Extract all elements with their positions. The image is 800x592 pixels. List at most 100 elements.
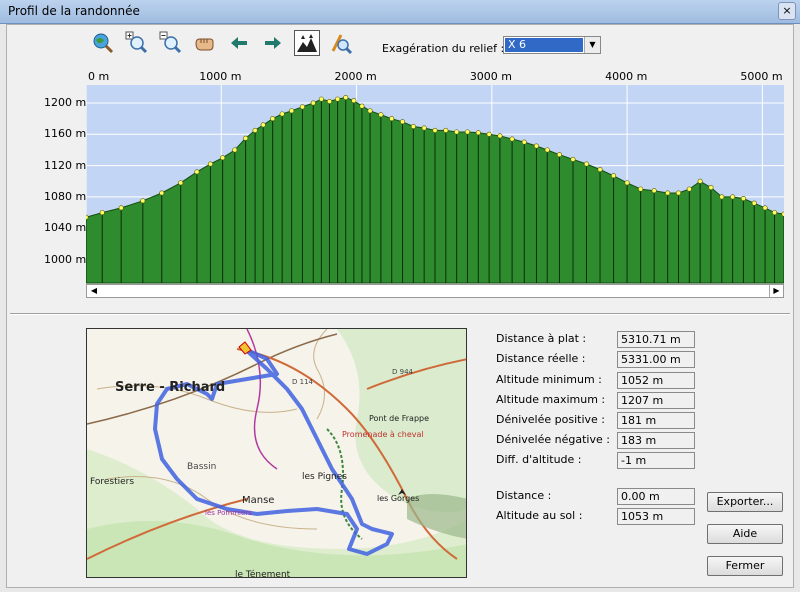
profile-point (708, 185, 714, 191)
stat-label: Diff. d'altitude : (496, 453, 582, 466)
profile-point (410, 123, 416, 129)
map-label-d944: D 944 (392, 368, 414, 376)
x-tick-label: 2000 m (334, 70, 377, 83)
profile-point (509, 136, 515, 142)
profile-point (611, 173, 617, 179)
map-label-bassin: Bassin (187, 462, 216, 472)
profile-point (343, 95, 349, 101)
stat-label: Distance réelle : (496, 352, 586, 365)
cursor-value: 0.00 m (617, 488, 695, 505)
profile-point (289, 108, 295, 114)
profile-point (730, 194, 736, 200)
profile-point (207, 161, 213, 167)
profile-point (719, 194, 725, 200)
profile-point (497, 133, 503, 139)
cursor-label: Altitude au sol : (496, 509, 583, 522)
y-tick-label: 1160 m (44, 127, 87, 141)
close-button[interactable]: Fermer (707, 556, 783, 576)
arrow-left-icon[interactable] (226, 30, 252, 56)
stat-value: 5310.71 m (617, 331, 695, 348)
profile-point (475, 130, 481, 136)
profile-point (178, 180, 184, 186)
scroll-left-icon[interactable]: ◀ (87, 285, 101, 297)
elevation-profile-chart[interactable] (86, 85, 784, 297)
profile-point (159, 190, 165, 196)
profile-point (443, 127, 449, 133)
profile-point (570, 156, 576, 162)
close-window-button[interactable]: × (778, 2, 796, 20)
profile-point (351, 98, 357, 104)
profile-point (686, 186, 692, 192)
y-tick-label: 1120 m (44, 158, 87, 172)
profile-point (762, 205, 768, 211)
profile-point (318, 96, 324, 102)
map-label-serre: Serre - Richard (115, 380, 225, 395)
zoom-in-icon[interactable] (124, 30, 150, 56)
exaggeration-select[interactable]: X 6 ▼ (503, 36, 601, 54)
chevron-down-icon[interactable]: ▼ (584, 37, 600, 53)
stat-value: 181 m (617, 412, 695, 429)
topographic-map-image: Serre - Richard Forestiers Bassin Manse … (87, 329, 466, 578)
profile-point (220, 155, 226, 161)
profile-point (252, 127, 258, 133)
stat-value: 5331.00 m (617, 351, 695, 368)
profile-point (675, 190, 681, 196)
profile-point (464, 129, 470, 135)
route-map[interactable]: Serre - Richard Forestiers Bassin Manse … (86, 328, 467, 578)
profile-point (697, 178, 703, 184)
hand-pan-icon[interactable] (192, 30, 218, 56)
export-button[interactable]: Exporter... (707, 492, 783, 512)
profile-point (86, 214, 89, 220)
profile-point (270, 116, 276, 122)
map-label-manse: Manse (242, 495, 274, 506)
profile-point (624, 180, 630, 186)
toolbar (90, 30, 370, 58)
map-label-tenement: le Ténement (235, 569, 291, 578)
exaggeration-value: X 6 (505, 38, 583, 52)
arrow-right-icon[interactable] (260, 30, 286, 56)
profile-point (378, 112, 384, 118)
zoom-out-icon[interactable] (158, 30, 184, 56)
x-tick-label: 4000 m (605, 70, 648, 83)
window-title: Profil de la randonnée (8, 4, 140, 18)
profile-point (310, 100, 316, 106)
profile-point (454, 129, 460, 135)
profile-point (651, 188, 657, 194)
x-tick-label: 5000 m (740, 70, 783, 83)
globe-zoom-icon[interactable] (90, 30, 116, 56)
profile-point (665, 190, 671, 196)
profile-point (486, 131, 492, 137)
profile-point (597, 167, 603, 173)
profile-point (751, 200, 757, 206)
profile-point (279, 111, 285, 117)
profile-point (326, 98, 332, 104)
profile-point (299, 104, 305, 110)
map-label-gorges: les Gorges (377, 494, 419, 503)
y-tick-label: 1200 m (44, 96, 87, 109)
profile-point (194, 169, 200, 175)
cursor-value: 1053 m (617, 508, 695, 525)
stat-value: -1 m (617, 452, 695, 469)
stat-label: Distance à plat : (496, 332, 587, 345)
gradient-tool-icon[interactable] (328, 30, 354, 56)
help-button[interactable]: Aide (707, 524, 783, 544)
profile-point (118, 205, 124, 211)
profile-point (521, 139, 527, 145)
profile-point (432, 127, 438, 133)
profile-point (232, 147, 238, 153)
profile-horizontal-scrollbar[interactable]: ◀ ▶ (86, 284, 784, 298)
profile-point (99, 210, 105, 216)
y-tick-label: 1080 m (44, 189, 87, 203)
y-tick-label: 1040 m (44, 221, 87, 235)
title-bar: Profil de la randonnée × (0, 0, 800, 24)
profile-point (421, 125, 427, 131)
stat-label: Altitude maximum : (496, 393, 606, 406)
profile-point (335, 96, 341, 102)
x-tick-label: 3000 m (469, 70, 513, 83)
relief-profile-icon[interactable] (294, 30, 320, 56)
section-divider (10, 313, 790, 315)
profile-point (400, 119, 406, 125)
profile-plot (86, 85, 784, 284)
scroll-right-icon[interactable]: ▶ (769, 285, 783, 297)
y-tick-label: 1000 m (44, 252, 87, 266)
